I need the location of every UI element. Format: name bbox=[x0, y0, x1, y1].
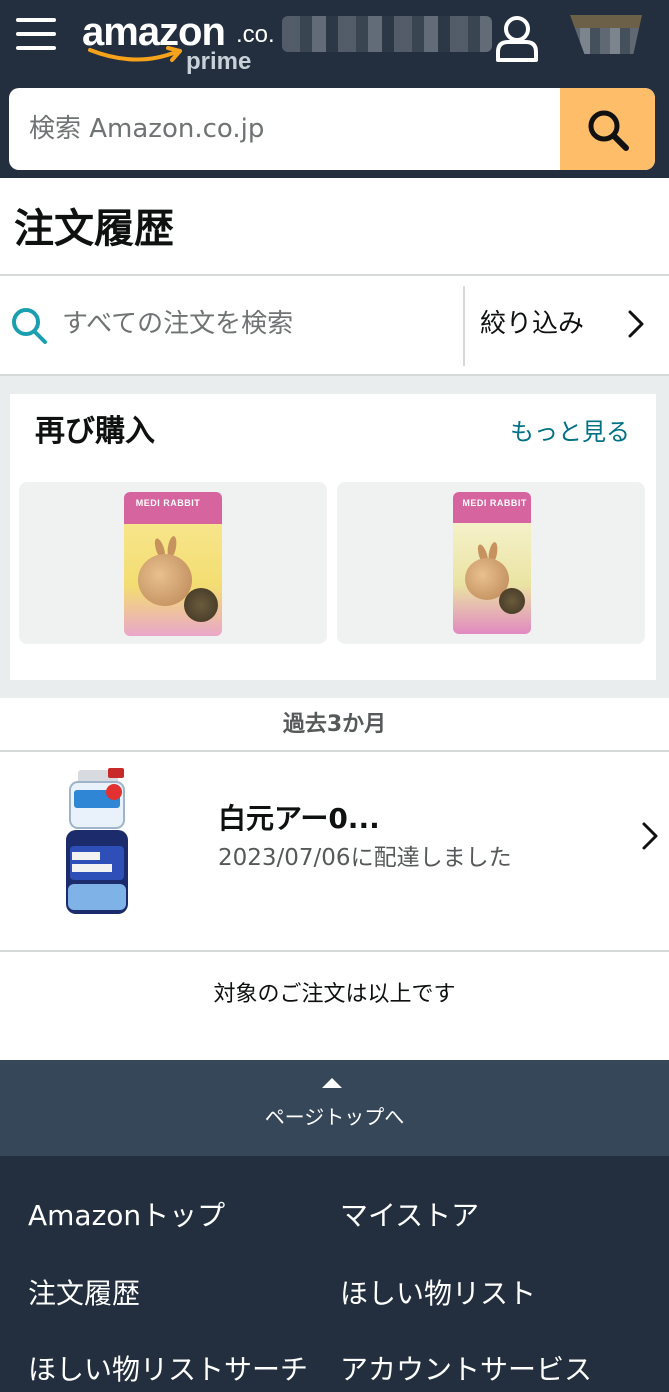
order-search-row: すべての注文を検索 絞り込み bbox=[0, 278, 669, 374]
search-icon bbox=[12, 308, 47, 344]
filter-label: 絞り込み bbox=[480, 309, 585, 339]
cart-icon[interactable] bbox=[570, 6, 642, 66]
buy-again-title: 再び購入 bbox=[35, 414, 155, 449]
order-product-image bbox=[66, 768, 128, 914]
amazon-logo[interactable]: amazon .co. prime bbox=[82, 10, 282, 76]
buy-again-product-1[interactable]: MEDI RABBIT bbox=[19, 482, 327, 644]
back-to-top-button[interactable]: ページトップへ bbox=[0, 1060, 669, 1156]
footer-link-amazon-top[interactable]: Amazonトップ bbox=[28, 1196, 225, 1236]
logo-suffix: .co. bbox=[236, 21, 275, 48]
search-box bbox=[9, 88, 655, 170]
page-title: 注文履歴 bbox=[14, 206, 174, 252]
footer-link-my-store[interactable]: マイストア bbox=[340, 1196, 479, 1236]
order-divider bbox=[0, 950, 669, 952]
footer-link-account-services[interactable]: アカウントサービス bbox=[340, 1350, 592, 1390]
product-image-label: MEDI RABBIT bbox=[462, 497, 527, 508]
arrow-up-icon bbox=[322, 1078, 342, 1088]
title-divider bbox=[0, 274, 669, 276]
order-search-input[interactable]: すべての注文を検索 bbox=[62, 306, 293, 342]
product-image: MEDI RABBIT bbox=[453, 492, 531, 634]
top-navigation-bar: amazon .co. prime bbox=[0, 0, 669, 84]
search-button[interactable] bbox=[560, 88, 655, 170]
order-title: 白元アー0... bbox=[218, 802, 380, 835]
back-to-top-label: ページトップへ bbox=[264, 1105, 405, 1129]
logo-prime-text: prime bbox=[186, 48, 252, 75]
footer: Amazonトップ マイストア 注文履歴 ほしい物リスト ほしい物リストサーチ … bbox=[0, 1156, 669, 1392]
buy-again-card: 再び購入 もっと見る MEDI RABBIT MEDI RABBIT bbox=[10, 394, 656, 680]
product-image-label: MEDI RABBIT bbox=[135, 497, 201, 508]
end-of-orders-message: 対象のご注文は以上です bbox=[213, 982, 456, 1007]
account-name-redacted bbox=[282, 16, 492, 52]
buy-again-product-2[interactable]: MEDI RABBIT bbox=[337, 482, 645, 644]
user-icon[interactable] bbox=[494, 12, 540, 64]
footer-link-wish-list-search[interactable]: ほしい物リストサーチ bbox=[28, 1350, 308, 1390]
product-image: MEDI RABBIT bbox=[124, 492, 222, 636]
order-list-item[interactable]: 白元アー0... 2023/07/06に配達しました bbox=[0, 754, 669, 950]
hamburger-menu-icon[interactable] bbox=[16, 18, 56, 54]
search-input[interactable] bbox=[9, 88, 561, 170]
chevron-right-icon bbox=[628, 310, 644, 338]
footer-link-wish-list[interactable]: ほしい物リスト bbox=[340, 1274, 536, 1314]
order-delivery-status: 2023/07/06に配達しました bbox=[218, 845, 512, 871]
filter-button[interactable]: 絞り込み bbox=[466, 278, 669, 374]
vertical-divider bbox=[463, 286, 465, 366]
search-icon bbox=[588, 110, 629, 151]
chevron-right-icon bbox=[642, 822, 658, 850]
footer-link-order-history[interactable]: 注文履歴 bbox=[28, 1274, 140, 1314]
logo-smile-icon bbox=[88, 46, 182, 62]
see-more-link[interactable]: もっと見る bbox=[510, 416, 630, 448]
search-bar-row bbox=[0, 84, 669, 178]
period-label: 過去3か月 bbox=[282, 712, 387, 737]
period-header: 過去3か月 bbox=[0, 698, 669, 752]
